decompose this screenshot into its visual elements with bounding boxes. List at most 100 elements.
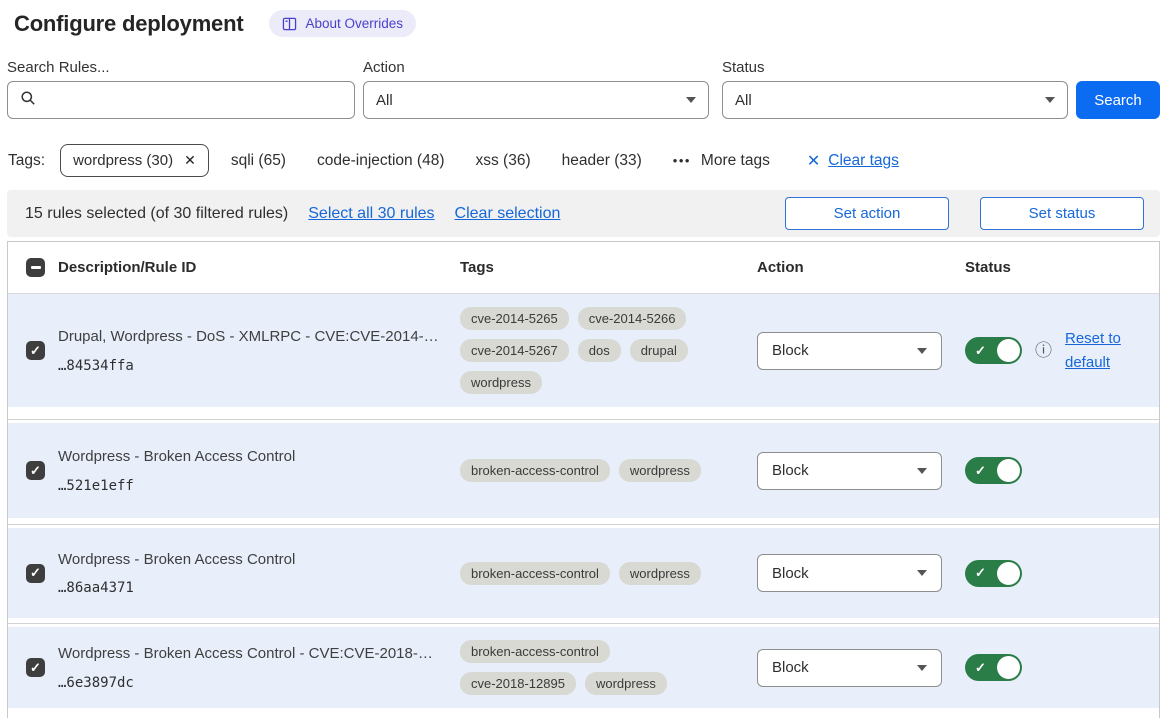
- rule-id: …84534ffa: [58, 358, 442, 374]
- rule-id: …521e1eff: [58, 478, 442, 494]
- tag-chip: cve-2018-12895: [460, 672, 576, 695]
- search-rules-group: Search Rules...: [7, 59, 355, 119]
- tag-code-injection[interactable]: code-injection (48): [317, 152, 445, 170]
- chevron-down-icon: [917, 665, 927, 671]
- info-icon[interactable]: [1035, 342, 1052, 359]
- row-divider: [8, 708, 1159, 718]
- row-checkbox[interactable]: [26, 461, 45, 480]
- page-title: Configure deployment: [14, 11, 243, 37]
- rule-description: Drupal, Wordpress - DoS - XMLRPC - CVE:C…: [58, 327, 442, 347]
- selected-tag-wordpress[interactable]: wordpress (30) ✕: [60, 144, 209, 177]
- search-rules-input[interactable]: [45, 92, 342, 109]
- row-checkbox[interactable]: [26, 564, 45, 583]
- table-header: Description/Rule ID Tags Action Status: [8, 242, 1159, 294]
- toggle-knob: [997, 656, 1020, 679]
- status-toggle[interactable]: [965, 654, 1022, 681]
- toggle-knob: [997, 339, 1020, 362]
- rule-tags: cve-2014-5265 cve-2014-5266 cve-2014-526…: [460, 295, 757, 406]
- row-checkbox[interactable]: [26, 341, 45, 360]
- action-filter-value: All: [376, 92, 393, 109]
- column-action: Action: [757, 259, 965, 276]
- rule-description: Wordpress - Broken Access Control: [58, 447, 442, 467]
- action-filter-group: Action All: [363, 59, 709, 119]
- selected-tag-label: wordpress (30): [73, 152, 173, 169]
- action-filter-label: Action: [363, 59, 709, 76]
- search-rules-inputbox: [7, 81, 355, 119]
- status-toggle[interactable]: [965, 560, 1022, 587]
- action-select[interactable]: Block: [757, 452, 942, 490]
- rules-table: Description/Rule ID Tags Action Status D…: [7, 241, 1160, 718]
- chevron-down-icon: [1045, 97, 1055, 103]
- rule-id: …6e3897dc: [58, 675, 442, 691]
- search-icon: [20, 90, 36, 110]
- action-select[interactable]: Block: [757, 332, 942, 370]
- about-overrides-label: About Overrides: [305, 16, 403, 31]
- row-divider: [8, 518, 1159, 528]
- status-filter-group: Status All: [722, 59, 1068, 119]
- chevron-down-icon: [917, 468, 927, 474]
- row-checkbox[interactable]: [26, 658, 45, 677]
- tag-chip: cve-2014-5266: [578, 307, 687, 330]
- status-filter-value: All: [735, 92, 752, 109]
- table-row: Wordpress - Broken Access Control …86aa4…: [8, 528, 1159, 618]
- status-toggle[interactable]: [965, 337, 1022, 364]
- tag-sqli[interactable]: sqli (65): [231, 152, 286, 170]
- set-action-button[interactable]: Set action: [785, 197, 949, 230]
- row-divider: [8, 407, 1159, 423]
- chevron-down-icon: [917, 570, 927, 576]
- action-select[interactable]: Block: [757, 649, 942, 687]
- toggle-knob: [997, 562, 1020, 585]
- clear-tags-label: Clear tags: [828, 152, 899, 170]
- about-overrides-badge[interactable]: About Overrides: [269, 10, 416, 37]
- search-rules-label: Search Rules...: [7, 59, 355, 76]
- x-icon[interactable]: ✕: [184, 152, 196, 169]
- selection-bar: 15 rules selected (of 30 filtered rules)…: [7, 190, 1160, 237]
- more-tags-label: More tags: [701, 152, 770, 170]
- tag-chip: broken-access-control: [460, 640, 610, 663]
- column-description: Description/Rule ID: [58, 259, 460, 276]
- tag-chip: dos: [578, 339, 621, 362]
- ellipsis-icon: [673, 152, 691, 170]
- action-value: Block: [772, 342, 809, 359]
- rule-description: Wordpress - Broken Access Control: [58, 550, 442, 570]
- tag-chip: cve-2014-5267: [460, 339, 569, 362]
- status-filter-label: Status: [722, 59, 1068, 76]
- book-icon: [282, 17, 297, 31]
- more-tags-button[interactable]: More tags: [673, 152, 770, 170]
- filter-bar: Search Rules... Action All Status: [7, 59, 1160, 119]
- selection-summary: 15 rules selected (of 30 filtered rules): [25, 205, 288, 223]
- rule-tags: broken-access-control cve-2018-12895 wor…: [460, 628, 715, 707]
- tag-chip: wordpress: [585, 672, 667, 695]
- tag-chip: drupal: [630, 339, 688, 362]
- clear-selection-link[interactable]: Clear selection: [455, 205, 561, 223]
- tag-chip: wordpress: [460, 371, 542, 394]
- table-row: Drupal, Wordpress - DoS - XMLRPC - CVE:C…: [8, 294, 1159, 407]
- action-value: Block: [772, 462, 809, 479]
- tag-chip: wordpress: [619, 562, 701, 585]
- tag-chip: broken-access-control: [460, 562, 610, 585]
- action-select[interactable]: Block: [757, 554, 942, 592]
- row-divider: [8, 618, 1159, 627]
- tags-bar: Tags: wordpress (30) ✕ sqli (65) code-in…: [7, 144, 1160, 177]
- column-tags: Tags: [460, 259, 757, 276]
- search-button[interactable]: Search: [1076, 81, 1160, 119]
- configure-deployment-page: Configure deployment About Overrides Sea…: [0, 10, 1167, 718]
- action-value: Block: [772, 659, 809, 676]
- clear-tags-link[interactable]: ✕ Clear tags: [807, 151, 899, 171]
- status-filter-select[interactable]: All: [722, 81, 1068, 119]
- tag-xss[interactable]: xss (36): [476, 152, 531, 170]
- table-row: Wordpress - Broken Access Control - CVE:…: [8, 627, 1159, 708]
- table-row: Wordpress - Broken Access Control …521e1…: [8, 423, 1159, 518]
- select-all-checkbox[interactable]: [26, 258, 45, 277]
- chevron-down-icon: [686, 97, 696, 103]
- tag-chip: wordpress: [619, 459, 701, 482]
- action-filter-select[interactable]: All: [363, 81, 709, 119]
- rule-tags: broken-access-control wordpress: [460, 447, 757, 494]
- reset-to-default-link[interactable]: Reset to default: [1065, 327, 1129, 375]
- tag-header[interactable]: header (33): [562, 152, 642, 170]
- select-all-link[interactable]: Select all 30 rules: [308, 205, 434, 223]
- status-toggle[interactable]: [965, 457, 1022, 484]
- rule-description: Wordpress - Broken Access Control - CVE:…: [58, 644, 442, 664]
- chevron-down-icon: [917, 348, 927, 354]
- set-status-button[interactable]: Set status: [980, 197, 1144, 230]
